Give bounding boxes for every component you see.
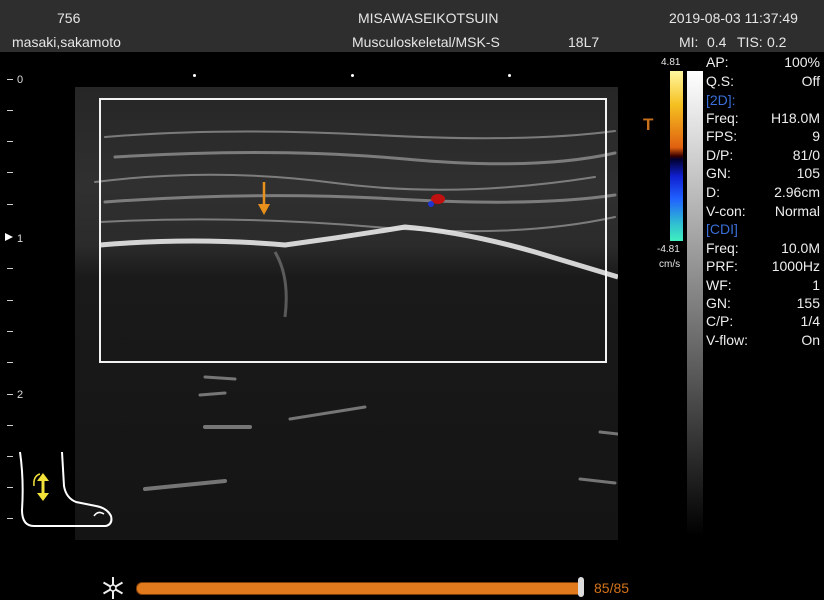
probe-name: 18L7 bbox=[568, 34, 600, 50]
depth-tick bbox=[7, 172, 13, 173]
cine-progress-fill bbox=[137, 583, 583, 594]
lateral-scale-dot bbox=[193, 74, 196, 77]
depth-tick bbox=[7, 487, 13, 488]
depth-tick bbox=[7, 518, 13, 519]
gray-scale-bar bbox=[687, 71, 703, 536]
cine-frame-counter: 85/85 bbox=[594, 580, 630, 596]
depth-tick bbox=[7, 141, 13, 142]
depth-tick bbox=[7, 110, 13, 111]
section-cdi: [CDI] bbox=[706, 221, 738, 237]
color-doppler-roi-box[interactable] bbox=[99, 98, 607, 363]
depth-tick bbox=[7, 300, 13, 301]
mi-value: 0.4 bbox=[707, 34, 727, 50]
patient-id: 756 bbox=[57, 10, 81, 26]
snowflake-icon[interactable] bbox=[101, 576, 125, 600]
depth-tick bbox=[7, 268, 13, 269]
tis-value: 0.2 bbox=[767, 34, 787, 50]
depth-tick bbox=[7, 425, 13, 426]
color-bar-marker: T bbox=[643, 115, 654, 134]
color-scale-unit: cm/s bbox=[659, 259, 681, 270]
color-velocity-scale bbox=[670, 71, 683, 241]
depth-tick bbox=[7, 331, 13, 332]
depth-tick bbox=[7, 456, 13, 457]
color-scale-min: -4.81 bbox=[657, 244, 680, 255]
foot-bodymark-icon bbox=[19, 451, 113, 527]
color-scale-max: 4.81 bbox=[661, 57, 681, 68]
cine-progress-bar[interactable] bbox=[136, 582, 584, 595]
focus-marker-icon[interactable] bbox=[5, 233, 14, 242]
depth-label: 0 bbox=[17, 74, 24, 86]
exam-preset: Musculoskeletal/MSK-S bbox=[352, 34, 500, 50]
depth-label: 1 bbox=[17, 233, 24, 245]
patient-name: masaki,sakamoto bbox=[12, 34, 121, 50]
depth-tick bbox=[7, 394, 13, 395]
depth-tick bbox=[7, 79, 13, 80]
section-2d: [2D]: bbox=[706, 92, 736, 108]
lateral-scale-dot bbox=[351, 74, 354, 77]
lateral-scale-dot bbox=[508, 74, 511, 77]
depth-tick bbox=[7, 204, 13, 205]
depth-tick bbox=[7, 362, 13, 363]
depth-label: 2 bbox=[17, 389, 24, 401]
cine-progress-handle[interactable] bbox=[578, 577, 584, 597]
mi-label: MI: bbox=[679, 34, 699, 50]
institution-name: MISAWASEIKOTSUIN bbox=[358, 10, 499, 26]
down-arrow-icon bbox=[258, 182, 270, 215]
date-time: 2019-08-03 11:37:49 bbox=[669, 10, 798, 26]
tis-label: TIS: bbox=[737, 34, 763, 50]
